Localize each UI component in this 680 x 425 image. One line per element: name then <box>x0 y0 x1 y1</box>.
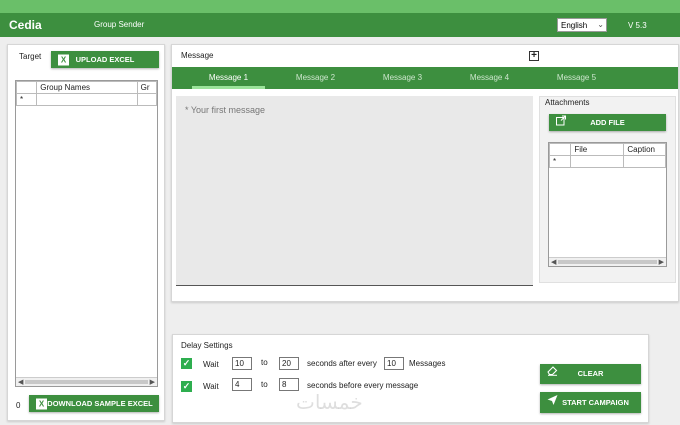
clear-button[interactable]: CLEAR <box>540 364 641 384</box>
to-label: to <box>261 380 268 389</box>
start-campaign-label: START CAMPAIGN <box>562 398 629 407</box>
upload-excel-button[interactable]: X UPLOAD EXCEL <box>51 51 159 68</box>
wait-before-min-input[interactable]: 4 <box>232 378 252 391</box>
grid-cell[interactable] <box>570 155 625 168</box>
watermark: خمسات <box>296 390 363 414</box>
language-value: English <box>561 21 588 30</box>
row-header-cell <box>16 81 38 94</box>
delay-row2-checkbox[interactable]: ✓ <box>181 381 192 392</box>
wait-label: Wait <box>203 382 219 391</box>
app-title: Cedia <box>9 18 42 32</box>
grid-new-row[interactable]: * <box>549 155 666 168</box>
messages-count-input[interactable]: 10 <box>384 357 404 370</box>
grid-cell[interactable] <box>36 93 138 106</box>
clear-label: CLEAR <box>577 369 604 378</box>
new-row-marker: * <box>549 155 572 168</box>
top-strip <box>0 0 680 13</box>
download-sample-excel-button[interactable]: X DOWNLOAD SAMPLE EXCEL <box>29 395 159 412</box>
language-select[interactable]: English ⌄ <box>557 18 607 32</box>
message-label: Message <box>181 51 214 60</box>
wait-max-input[interactable]: 20 <box>279 357 299 370</box>
scroll-right-icon[interactable]: ▶ <box>150 378 155 386</box>
target-count: 0 <box>16 401 21 410</box>
column-header-caption[interactable]: Caption <box>623 143 666 156</box>
tab-message-3[interactable]: Message 3 <box>366 67 439 89</box>
grid-header-row: File Caption <box>549 143 666 156</box>
version-label: V 5.3 <box>628 21 647 30</box>
row-header-cell <box>549 143 572 156</box>
add-file-label: ADD FILE <box>590 118 625 127</box>
scrollbar-thumb[interactable] <box>25 380 148 384</box>
horizontal-scrollbar[interactable]: ◀ ▶ <box>16 377 157 386</box>
excel-icon: X <box>36 395 47 412</box>
target-label: Target <box>19 52 42 61</box>
start-campaign-button[interactable]: START CAMPAIGN <box>540 392 641 413</box>
new-row-marker: * <box>16 93 38 106</box>
send-icon <box>547 392 558 413</box>
column-header-file[interactable]: File <box>570 143 625 156</box>
grid-cell[interactable] <box>136 93 157 106</box>
message-tabs: Message 1 Message 2 Message 3 Message 4 … <box>172 67 678 89</box>
tab-message-5[interactable]: Message 5 <box>540 67 613 89</box>
message-textarea[interactable]: * Your first message <box>176 96 533 286</box>
scroll-right-icon[interactable]: ▶ <box>659 258 664 266</box>
external-link-icon <box>556 114 566 131</box>
tab-message-1[interactable]: Message 1 <box>192 67 265 89</box>
before-every-label: seconds before every message <box>307 381 419 390</box>
groups-grid[interactable]: Group Names Gr * ◀ ▶ <box>15 80 158 387</box>
grid-cell[interactable] <box>623 155 666 168</box>
attachments-grid[interactable]: File Caption * ◀ ▶ <box>548 142 667 267</box>
download-sample-excel-label: DOWNLOAD SAMPLE EXCEL <box>47 399 153 408</box>
add-file-button[interactable]: ADD FILE <box>549 114 666 131</box>
grid-header-row: Group Names Gr <box>16 81 157 94</box>
scrollbar-thumb[interactable] <box>558 260 657 264</box>
messages-unit-label: Messages <box>409 359 446 368</box>
wait-label: Wait <box>203 360 219 369</box>
tab-message-4[interactable]: Message 4 <box>453 67 526 89</box>
tab-message-2[interactable]: Message 2 <box>279 67 352 89</box>
message-placeholder: * Your first message <box>185 105 266 115</box>
delay-row1-checkbox[interactable]: ✓ <box>181 358 192 369</box>
chevron-down-icon: ⌄ <box>597 20 604 29</box>
after-every-label: seconds after every <box>307 359 377 368</box>
title-bar: Cedia Group Sender English ⌄ V 5.3 <box>0 13 680 37</box>
app-subtitle: Group Sender <box>94 20 145 29</box>
horizontal-scrollbar[interactable]: ◀ ▶ <box>549 257 666 266</box>
wait-min-input[interactable]: 10 <box>232 357 252 370</box>
scroll-left-icon[interactable]: ◀ <box>18 378 23 386</box>
attachments-panel: Attachments ADD FILE File Caption * ◀ ▶ <box>539 96 676 283</box>
attachments-label: Attachments <box>545 98 590 107</box>
excel-icon: X <box>58 51 69 68</box>
target-panel: Target X UPLOAD EXCEL Group Names Gr * ◀… <box>7 44 165 421</box>
column-header-gr[interactable]: Gr <box>136 81 157 94</box>
grid-new-row[interactable]: * <box>16 93 157 106</box>
eraser-icon <box>547 364 558 384</box>
delay-settings-label: Delay Settings <box>181 341 233 350</box>
to-label: to <box>261 358 268 367</box>
upload-excel-label: UPLOAD EXCEL <box>75 55 135 64</box>
column-header-group-names[interactable]: Group Names <box>36 81 138 94</box>
scroll-left-icon[interactable]: ◀ <box>551 258 556 266</box>
add-message-icon[interactable]: + <box>529 51 539 61</box>
